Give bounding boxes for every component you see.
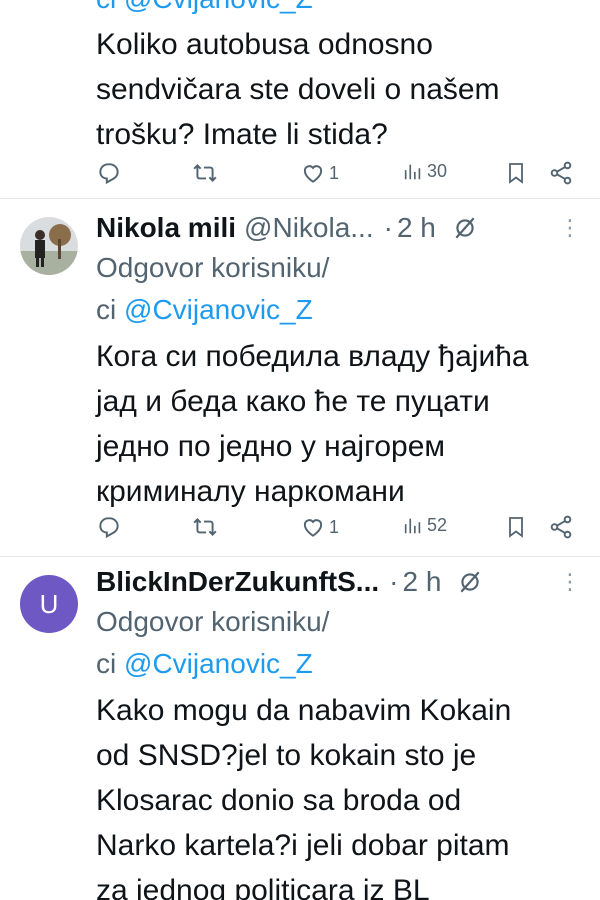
reply-mention-link[interactable]: ci @Cvijanovic_Z (96, 0, 313, 14)
more-options-icon[interactable]: ⋮ (559, 562, 581, 602)
user-handle[interactable]: @Nikola... (244, 212, 374, 244)
reply-label: Odgovor korisniku/ (96, 252, 330, 283)
tweet-1[interactable]: ci @Cvijanovic_Z Koliko autobusa odnosno… (0, 0, 600, 200)
tweet-text-line: Narko kartela?i jeli dobar pitam (96, 829, 510, 862)
tweet-text: Kako mogu da nabavim Kokain od SNSD?jel … (96, 688, 566, 900)
views-count: 52 (427, 514, 448, 535)
reply-icon (99, 517, 119, 539)
tweet-text-line: Koliko autobusa odnosno (96, 28, 433, 61)
bookmark-button[interactable] (504, 514, 528, 540)
tweet-actions: 1 30 (96, 160, 576, 190)
tweet-text-line: јад и беда како ће те пуцати (96, 385, 490, 418)
views-button[interactable]: 52 (402, 514, 447, 536)
reply-target: ci @Cvijanovic_Z (96, 289, 329, 331)
retweet-button[interactable] (192, 514, 218, 540)
views-icon (404, 164, 421, 180)
reply-to-partial: ci @Cvijanovic_Z (96, 0, 313, 20)
reply-mention-link[interactable]: @Cvijanovic_Z (124, 294, 313, 325)
reply-target: ci @Cvijanovic_Z (96, 643, 329, 685)
tweet-text-line: Кога си победила владу ђајића (96, 340, 529, 373)
tweet-3[interactable]: U BlickInDerZukunftS... · 2 h ⋮ Odgovor … (0, 557, 600, 900)
reply-prefix: ci (96, 294, 117, 325)
share-button[interactable] (548, 160, 574, 186)
avatar[interactable] (20, 217, 78, 275)
more-options-icon[interactable]: ⋮ (559, 208, 581, 248)
like-button[interactable]: 1 (300, 160, 339, 186)
reply-button[interactable] (96, 160, 122, 186)
tweet-text-line: Kako mogu da nabavim Kokain (96, 694, 512, 727)
reply-mention-link[interactable]: @Cvijanovic_Z (124, 648, 313, 679)
tweet-text-line: криминалу наркомани (96, 475, 405, 508)
reply-context: Odgovor korisniku/ ci @Cvijanovic_Z (96, 247, 329, 331)
like-button[interactable]: 1 (300, 514, 339, 540)
timestamp[interactable]: 2 h (402, 566, 441, 598)
heart-icon (303, 519, 323, 537)
share-button[interactable] (548, 514, 574, 540)
reply-prefix: ci (96, 648, 117, 679)
views-count: 30 (427, 160, 448, 181)
separator-dot: · (389, 566, 399, 597)
reply-label: Odgovor korisniku/ (96, 606, 330, 637)
tweet-text-line: trošku? Imate li stida? (96, 118, 388, 151)
tweet-2[interactable]: Nikola mili @Nikola... · 2 h ⋮ Odgovor k… (0, 199, 600, 557)
tweet-text-line: za jednog politicara iz BL (96, 874, 430, 900)
tweet-header: Nikola mili @Nikola... · 2 h ⋮ (96, 208, 581, 248)
avatar-photo (20, 217, 78, 275)
avatar[interactable]: U (20, 575, 78, 633)
grok-icon[interactable] (452, 215, 478, 241)
tweet-text: Koliko autobusa odnosno sendvičara ste d… (96, 22, 566, 157)
reply-icon (99, 163, 119, 185)
retweet-icon (193, 164, 217, 182)
share-icon (550, 161, 572, 185)
views-button[interactable]: 30 (402, 160, 447, 182)
bookmark-icon (509, 163, 523, 184)
display-name[interactable]: Nikola mili (96, 212, 236, 244)
tweet-actions: 1 52 (96, 514, 576, 544)
tweet-text-line: једно по једно у најгорем (96, 430, 446, 463)
timestamp[interactable]: 2 h (397, 212, 436, 244)
grok-icon[interactable] (457, 569, 483, 595)
tweet-text-line: Klosarac donio sa broda od (96, 784, 462, 817)
share-icon (550, 515, 572, 539)
retweet-button[interactable] (192, 160, 218, 186)
bookmark-button[interactable] (504, 160, 528, 186)
bookmark-icon (509, 517, 523, 538)
separator-dot: · (383, 212, 393, 243)
like-count: 1 (329, 162, 340, 183)
tweet-text: Кога си победила владу ђајића јад и беда… (96, 334, 566, 514)
reply-button[interactable] (96, 514, 122, 540)
tweet-text-line: od SNSD?jel to kokain sto je (96, 739, 477, 772)
avatar-letter: U (39, 588, 59, 619)
tweet-text-line: sendvičara ste doveli o našem (96, 73, 500, 106)
views-icon (404, 518, 421, 534)
retweet-icon (193, 518, 217, 536)
heart-icon (303, 165, 323, 183)
like-count: 1 (329, 516, 340, 537)
display-name[interactable]: BlickInDerZukunftS... (96, 566, 379, 598)
tweet-header: BlickInDerZukunftS... · 2 h ⋮ (96, 562, 581, 602)
reply-context: Odgovor korisniku/ ci @Cvijanovic_Z (96, 601, 329, 685)
